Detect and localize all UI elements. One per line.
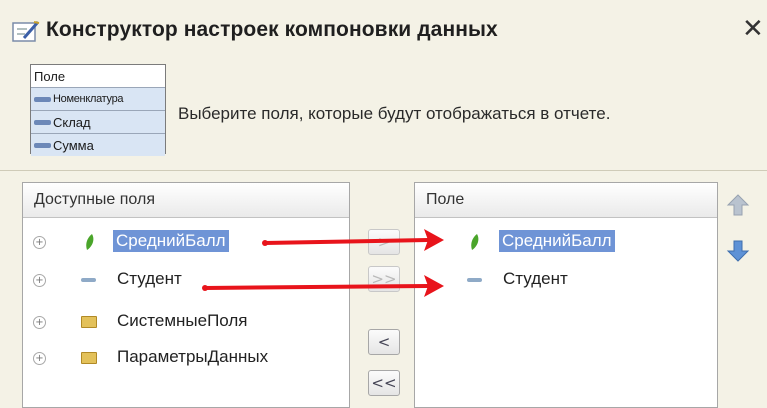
add-all-fields-button[interactable]: >> xyxy=(368,266,400,292)
info-text: Выберите поля, которые будут отображатьс… xyxy=(178,104,611,123)
field-icon xyxy=(34,119,51,125)
window-title: Конструктор настроек компоновки данных xyxy=(46,18,498,41)
available-fields-panel[interactable]: Доступные поля + СреднийБалл + Студент +… xyxy=(22,182,350,408)
close-button[interactable]: ✕ xyxy=(742,16,764,42)
resource-field-icon xyxy=(86,234,94,250)
expand-icon[interactable]: + xyxy=(33,274,46,287)
preview-row-label: Склад xyxy=(53,114,91,130)
tree-item-label: СистемныеПоля xyxy=(117,311,248,330)
preview-row-label: Номенклатура xyxy=(53,92,124,105)
folder-icon xyxy=(81,352,97,364)
preview-row-label: Сумма xyxy=(53,137,94,153)
tree-item-label: Студент xyxy=(117,269,182,288)
info-bar: Поле Номенклатура Склад Сумма Выберите п… xyxy=(0,52,767,162)
settings-wizard-icon xyxy=(12,21,40,42)
divider xyxy=(0,170,767,171)
selected-item-label: СреднийБалл xyxy=(499,230,615,252)
available-fields-header: Доступные поля xyxy=(23,183,349,218)
report-preview: Поле Номенклатура Склад Сумма xyxy=(30,64,166,156)
move-up-icon[interactable] xyxy=(726,192,750,218)
resource-field-icon xyxy=(471,234,479,250)
expand-icon[interactable]: + xyxy=(33,236,46,249)
selected-item-label: Студент xyxy=(503,269,568,288)
preview-row: Сумма xyxy=(31,134,165,156)
selected-item-student[interactable]: Студент xyxy=(415,265,717,295)
selected-fields-header: Поле xyxy=(415,183,717,218)
tree-item-student[interactable]: + Студент xyxy=(23,265,349,295)
remove-field-button[interactable]: < xyxy=(368,329,400,355)
title-bar: Конструктор настроек компоновки данных ✕ xyxy=(0,0,767,52)
field-icon xyxy=(34,142,51,148)
preview-row: Номенклатура xyxy=(31,88,165,111)
field-icon xyxy=(467,278,482,282)
add-field-button[interactable]: > xyxy=(368,229,400,255)
remove-all-fields-button[interactable]: << xyxy=(368,370,400,396)
folder-icon xyxy=(81,316,97,328)
expand-icon[interactable]: + xyxy=(33,352,46,365)
preview-row: Склад xyxy=(31,111,165,134)
tree-item-data-parameters[interactable]: + ПараметрыДанных xyxy=(23,343,349,373)
selected-fields-panel[interactable]: Поле СреднийБалл Студент xyxy=(414,182,718,408)
tree-item-srednij-ball[interactable]: + СреднийБалл xyxy=(23,227,349,257)
field-icon xyxy=(34,96,51,102)
expand-icon[interactable]: + xyxy=(33,316,46,329)
selected-item-srednij-ball[interactable]: СреднийБалл xyxy=(415,227,717,257)
tree-item-label: ПараметрыДанных xyxy=(117,347,269,366)
tree-item-system-fields[interactable]: + СистемныеПоля xyxy=(23,307,349,337)
tree-item-label: СреднийБалл xyxy=(113,230,229,252)
field-icon xyxy=(81,278,96,282)
preview-header: Поле xyxy=(31,65,165,88)
move-down-icon[interactable] xyxy=(726,238,750,264)
